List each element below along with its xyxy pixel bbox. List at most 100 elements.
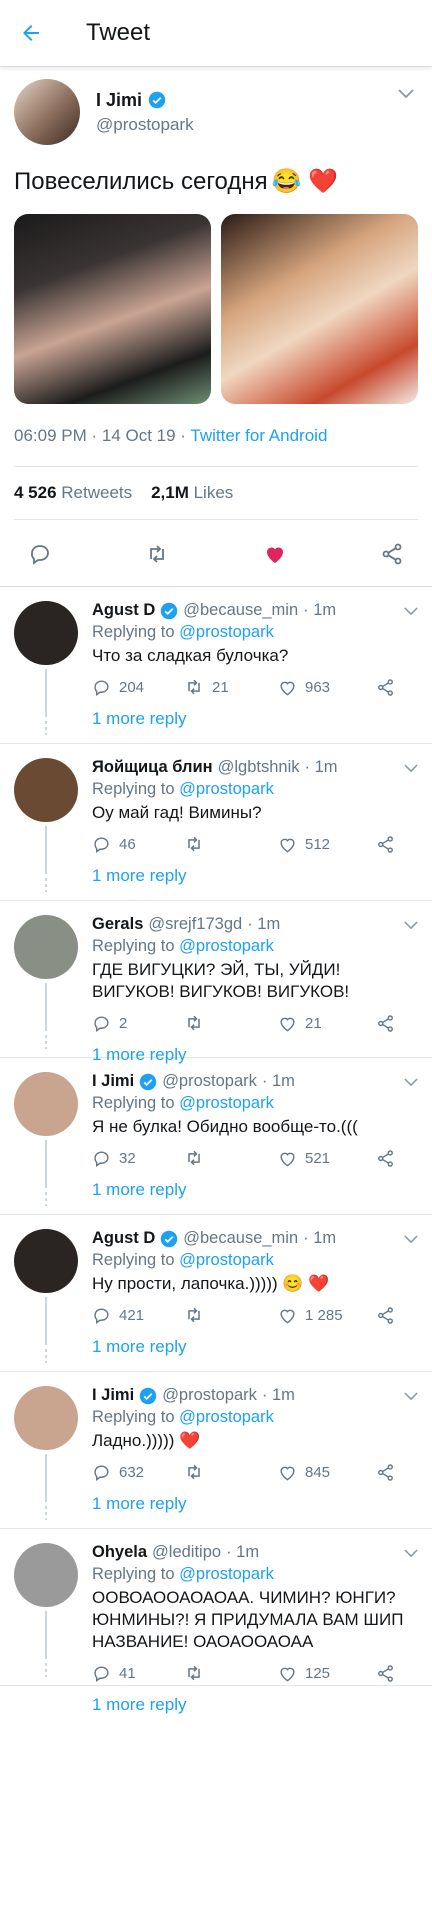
reply-author-name[interactable]: I Jimi: [92, 1072, 134, 1091]
share-icon[interactable]: [376, 1463, 395, 1482]
verified-badge-icon: [161, 602, 178, 619]
tweet-author: I Jimi @prostopark: [14, 79, 418, 145]
chevron-down-icon[interactable]: [404, 607, 418, 616]
chevron-down-icon[interactable]: [404, 1235, 418, 1244]
share-icon[interactable]: [376, 835, 395, 854]
reply-like-button[interactable]: 521: [278, 1149, 376, 1168]
reply-item[interactable]: Яойщица блин @lgbtshnik · 1m Replying to…: [0, 744, 432, 901]
reply-like-button[interactable]: 1 285: [278, 1306, 376, 1325]
chevron-down-icon[interactable]: [398, 89, 414, 99]
reply-item[interactable]: I Jimi @prostopark · 1m Replying to @pro…: [0, 1372, 432, 1529]
back-arrow-icon[interactable]: [14, 16, 48, 50]
replying-to-handle[interactable]: @prostopark: [179, 1251, 274, 1269]
page-title: Tweet: [86, 19, 151, 46]
tweet-meta: 06:09 PM · 14 Oct 19 · Twitter for Andro…: [14, 426, 418, 467]
avatar[interactable]: [14, 758, 78, 822]
reply-comment-button[interactable]: 41: [92, 1664, 184, 1683]
reply-actions: 204 21 963: [92, 677, 418, 697]
retweets-label[interactable]: Retweets: [61, 483, 132, 502]
more-replies-link[interactable]: 1 more reply: [92, 709, 418, 729]
reply-item[interactable]: Ohyela @leditipo · 1m Replying to @prost…: [0, 1529, 432, 1714]
chevron-down-icon[interactable]: [404, 921, 418, 930]
author-name[interactable]: I Jimi: [96, 90, 142, 111]
reply-retweet-button[interactable]: [184, 834, 278, 854]
share-icon[interactable]: [376, 1306, 395, 1325]
reply-handle[interactable]: @srejf173gd: [148, 915, 242, 934]
avatar[interactable]: [14, 915, 78, 979]
reply-icon[interactable]: [28, 542, 52, 566]
retweet-icon[interactable]: [145, 542, 169, 566]
avatar[interactable]: [14, 1543, 78, 1607]
like-heart-icon[interactable]: [263, 542, 287, 566]
reply-like-button[interactable]: 21: [278, 1014, 376, 1033]
more-replies-link[interactable]: 1 more reply: [92, 1180, 418, 1200]
reply-like-button[interactable]: 963: [278, 678, 376, 697]
more-replies-link[interactable]: 1 more reply: [92, 1695, 418, 1715]
like-count[interactable]: 2,1M: [151, 483, 189, 502]
reply-item[interactable]: Agust D @because_min · 1m Replying to @p…: [0, 1215, 432, 1372]
replying-to-handle[interactable]: @prostopark: [179, 937, 274, 955]
chevron-down-icon[interactable]: [404, 1549, 418, 1558]
reply-item[interactable]: Gerals @srejf173gd · 1m Replying to @pro…: [0, 901, 432, 1064]
reply-comment-button[interactable]: 421: [92, 1306, 184, 1325]
replying-to: Replying to @prostopark: [92, 937, 418, 956]
more-replies-link[interactable]: 1 more reply: [92, 1337, 418, 1357]
replying-to-handle[interactable]: @prostopark: [179, 1094, 274, 1112]
reply-author-name[interactable]: Agust D: [92, 601, 155, 620]
more-replies-link[interactable]: 1 more reply: [92, 1494, 418, 1514]
reply-author-name[interactable]: Agust D: [92, 1229, 155, 1248]
reply-item[interactable]: Agust D @because_min · 1m Replying to @p…: [0, 587, 432, 744]
chevron-down-icon[interactable]: [404, 1078, 418, 1087]
more-replies-link[interactable]: 1 more reply: [92, 866, 418, 886]
reply-handle[interactable]: @prostopark: [162, 1072, 257, 1091]
reply-retweet-button[interactable]: [184, 1663, 278, 1683]
reply-handle[interactable]: @prostopark: [162, 1386, 257, 1405]
reply-handle[interactable]: @because_min: [183, 601, 298, 620]
avatar[interactable]: [14, 1386, 78, 1450]
reply-like-button[interactable]: 512: [278, 835, 376, 854]
photo-2[interactable]: [221, 214, 418, 404]
likes-label[interactable]: Likes: [194, 483, 234, 502]
reply-author-name[interactable]: Gerals: [92, 915, 143, 934]
reply-comment-button[interactable]: 32: [92, 1149, 184, 1168]
reply-retweet-button[interactable]: [184, 1148, 278, 1168]
replying-to-handle[interactable]: @prostopark: [179, 623, 274, 641]
avatar[interactable]: [14, 1072, 78, 1136]
reply-retweet-button[interactable]: [184, 1305, 278, 1325]
share-icon[interactable]: [376, 1149, 395, 1168]
reply-handle[interactable]: @leditipo: [152, 1543, 221, 1562]
avatar[interactable]: [14, 1229, 78, 1293]
reply-author-name[interactable]: I Jimi: [92, 1386, 134, 1405]
tweet-source-link[interactable]: Twitter for Android: [190, 426, 327, 445]
reply-like-button[interactable]: 125: [278, 1664, 376, 1683]
avatar[interactable]: [14, 601, 78, 665]
share-icon[interactable]: [376, 1664, 395, 1683]
share-icon[interactable]: [376, 678, 395, 697]
replying-to-handle[interactable]: @prostopark: [179, 1408, 274, 1426]
share-icon[interactable]: [376, 1014, 395, 1033]
reply-comment-button[interactable]: 204: [92, 678, 184, 697]
photo-1[interactable]: [14, 214, 211, 404]
tweet-emoji: 😂 ❤️: [271, 168, 339, 195]
replying-to-handle[interactable]: @prostopark: [179, 1565, 274, 1583]
reply-handle[interactable]: @lgbtshnik: [218, 758, 300, 777]
chevron-down-icon[interactable]: [404, 764, 418, 773]
retweet-count[interactable]: 4 526: [14, 483, 57, 502]
reply-retweet-button[interactable]: [184, 1013, 278, 1033]
reply-retweet-button[interactable]: 21: [184, 677, 278, 697]
reply-item[interactable]: I Jimi @prostopark · 1m Replying to @pro…: [0, 1058, 432, 1215]
chevron-down-icon[interactable]: [404, 1392, 418, 1401]
reply-comment-button[interactable]: 46: [92, 835, 184, 854]
avatar[interactable]: [14, 79, 80, 145]
replying-to-handle[interactable]: @prostopark: [179, 780, 274, 798]
reply-comment-button[interactable]: 2: [92, 1014, 184, 1033]
replying-to-label: Replying to: [92, 1094, 180, 1112]
reply-author-name[interactable]: Ohyela: [92, 1543, 147, 1562]
reply-author-name[interactable]: Яойщица блин: [92, 758, 213, 777]
share-icon[interactable]: [380, 542, 404, 566]
author-handle[interactable]: @prostopark: [96, 115, 194, 135]
reply-comment-button[interactable]: 632: [92, 1463, 184, 1482]
reply-like-button[interactable]: 845: [278, 1463, 376, 1482]
reply-retweet-button[interactable]: [184, 1462, 278, 1482]
reply-handle[interactable]: @because_min: [183, 1229, 298, 1248]
